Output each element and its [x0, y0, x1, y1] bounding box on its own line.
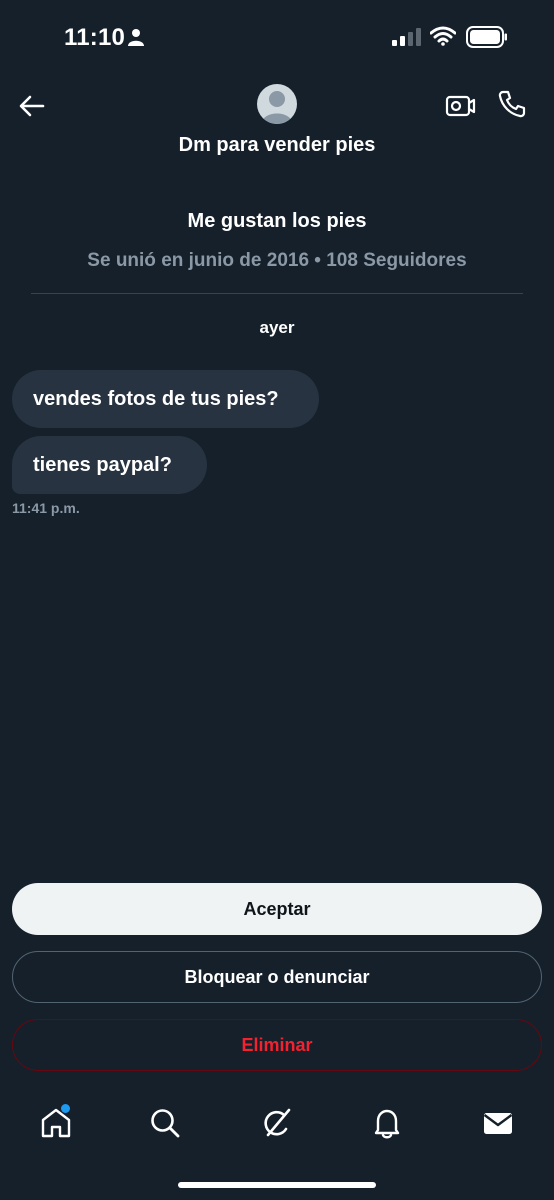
profile-bio: Me gustan los pies: [187, 210, 367, 232]
phone-icon: [498, 90, 526, 118]
day-label: ayer: [259, 318, 295, 337]
home-indicator: [178, 1182, 376, 1188]
cellular-signal-icon: [392, 28, 421, 46]
profile-meta: Se unió en junio de 2016 • 108 Seguidore…: [87, 250, 467, 271]
delete-button[interactable]: Eliminar: [12, 1019, 542, 1071]
search-icon[interactable]: [148, 1106, 182, 1140]
status-time: 11:10: [64, 24, 126, 51]
message-bubble[interactable]: vendes fotos de tus pies?: [12, 370, 319, 428]
person-icon: [128, 29, 144, 46]
divider: [31, 293, 523, 294]
message-timestamp: 11:41 p.m.: [12, 500, 80, 516]
messages-icon[interactable]: [481, 1106, 515, 1140]
wifi-icon: [430, 26, 456, 46]
conversation-header: Dm para vender pies: [0, 78, 554, 168]
avatar[interactable]: [257, 84, 297, 124]
grok-icon[interactable]: [259, 1106, 293, 1140]
block-report-button[interactable]: Bloquear o denunciar: [12, 951, 542, 1003]
conversation-name[interactable]: Dm para vender pies: [0, 134, 554, 157]
accept-button[interactable]: Aceptar: [12, 883, 542, 935]
back-button[interactable]: [16, 90, 48, 122]
bottom-nav: [0, 1096, 554, 1156]
voice-call-button[interactable]: [496, 88, 528, 120]
battery-icon: [466, 26, 507, 48]
back-arrow-icon: [19, 95, 45, 117]
status-bar: 11:10: [0, 0, 554, 78]
video-call-button[interactable]: [444, 90, 476, 122]
notification-dot: [61, 1104, 70, 1113]
notifications-icon[interactable]: [370, 1106, 404, 1140]
default-avatar-icon: [261, 91, 293, 124]
message-bubble[interactable]: tienes paypal?: [12, 436, 207, 494]
video-camera-icon: [445, 95, 476, 117]
